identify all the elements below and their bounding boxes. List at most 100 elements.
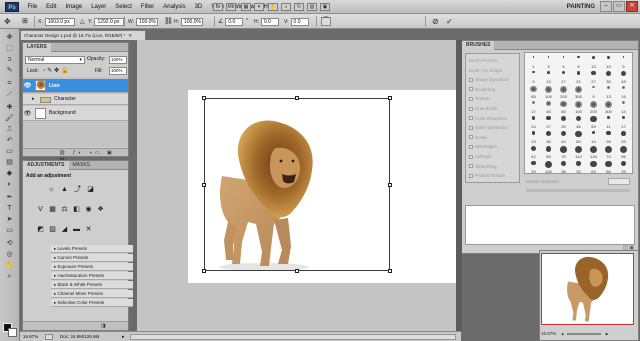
close-tab-icon[interactable]: ✕ (128, 33, 132, 38)
brush-preset[interactable]: 66 (601, 159, 616, 174)
brush-preset[interactable]: 9 (571, 54, 586, 69)
brush-option-protect-texture[interactable]: Protect Texture (469, 172, 512, 179)
guides-icon[interactable]: ▦ (241, 3, 251, 11)
checkbox[interactable] (469, 106, 473, 111)
transform-handle[interactable] (202, 96, 206, 100)
checkbox[interactable] (469, 96, 473, 101)
brush-option-shape-dynamics[interactable]: Shape Dynamics (469, 76, 512, 83)
brush-option-brush-tip-shape[interactable]: Brush Tip Shape (469, 67, 512, 74)
quick-select-tool[interactable]: ✎ (3, 66, 16, 75)
screen-mode-icon[interactable]: ▣ (320, 3, 330, 11)
brush-preset[interactable]: 36 (556, 159, 571, 174)
master-diameter-slider[interactable] (526, 189, 630, 192)
chain-link-icon[interactable]: ⛓ (164, 17, 173, 25)
zoom-tool-icon[interactable]: ⌕ (281, 3, 291, 11)
brush-preset[interactable]: 26 (601, 129, 616, 144)
black-white-icon[interactable]: ◧ (72, 206, 81, 214)
brush-preset[interactable]: 33 (616, 129, 631, 144)
x-position-field[interactable]: 1603.0 px (44, 17, 75, 26)
navigator-zoom-slider[interactable] (567, 332, 602, 335)
hue-saturation-icon[interactable]: ▦ (48, 206, 57, 214)
transform-handle[interactable] (202, 183, 206, 187)
brush-preset[interactable]: 17 (616, 114, 631, 129)
brush-tool[interactable]: 🖌 (3, 114, 16, 123)
vertical-skew-field[interactable]: 0.0 (290, 17, 309, 26)
link-icon[interactable]: △ (80, 18, 85, 25)
reference-point-icon[interactable]: ⊞ (22, 17, 31, 26)
crop-tool[interactable]: ⌗ (3, 79, 16, 88)
posterize-icon[interactable]: ▨ (48, 226, 57, 234)
preset-selective-color[interactable]: ▸ Selective Color Presets (51, 299, 133, 307)
eye-icon[interactable]: 👁 (23, 110, 32, 117)
vibrance-icon[interactable]: V (36, 206, 45, 214)
minimize-button[interactable]: – (600, 1, 612, 12)
brush-preset[interactable]: 55 (541, 144, 556, 159)
brush-preset[interactable]: 3 (541, 54, 556, 69)
arrange-documents-icon[interactable]: ▥ (307, 3, 317, 11)
cancel-transform-icon[interactable]: ⊘ (432, 17, 439, 26)
blend-mode-select[interactable]: Normal ▾ (25, 56, 85, 64)
spot-healing-tool[interactable]: ✚ (3, 103, 16, 112)
zoom-out-icon[interactable]: ▴ (562, 331, 564, 336)
brush-preset[interactable]: 11 (601, 114, 616, 129)
navigator-zoom[interactable]: 16.67% (541, 331, 556, 336)
exposure-icon[interactable]: ◪ (86, 186, 95, 194)
brush-preset[interactable]: 200 (556, 84, 571, 99)
lock-icons[interactable]: ▫✎✥🔒 (43, 67, 71, 74)
menu-item-edit[interactable]: Edit (42, 0, 61, 14)
transform-handle[interactable] (388, 96, 392, 100)
preset-exposure[interactable]: ▸ Exposure Presets (51, 263, 133, 271)
tab-adjustments[interactable]: ADJUSTMENTS (23, 161, 69, 170)
curves-icon[interactable]: ⤴ (73, 186, 82, 194)
brush-preset[interactable]: 29 (526, 159, 541, 174)
close-button[interactable]: ✕ (626, 1, 638, 12)
brush-preset[interactable]: 13 (586, 54, 601, 69)
transform-handle[interactable] (202, 269, 206, 273)
preset-curves[interactable]: ▸ Curves Presets (51, 254, 133, 262)
hand-tool-icon[interactable]: ✋ (268, 3, 278, 11)
type-tool[interactable]: T (3, 204, 16, 213)
background-color-swatch[interactable] (8, 328, 17, 337)
brush-preset[interactable]: 42 (526, 144, 541, 159)
brush-preset[interactable]: 44 (556, 129, 571, 144)
tab-brushes[interactable]: BRUSHES (462, 41, 495, 50)
checkbox[interactable] (469, 173, 473, 178)
bridge-icon[interactable]: Br (213, 3, 223, 11)
levels-icon[interactable]: ▲ (60, 186, 69, 194)
navigator-thumbnail[interactable] (541, 253, 634, 325)
brush-preset[interactable]: 65 (526, 84, 541, 99)
color-balance-icon[interactable]: ⚖ (60, 206, 69, 214)
brush-preset[interactable]: 17 (526, 99, 541, 114)
transform-bounding-box[interactable] (202, 96, 392, 273)
workspace-switcher[interactable]: PAINTING (567, 0, 595, 14)
menu-item-layer[interactable]: Layer (87, 0, 111, 14)
brush-preset[interactable]: 60 (571, 129, 586, 144)
document-tab[interactable]: Character Design 1.psd @ 16.7% (Lion, RG… (20, 30, 146, 40)
restore-button[interactable]: ▭ (613, 1, 625, 12)
brush-preset[interactable]: 19 (601, 54, 616, 69)
transform-handle[interactable] (388, 269, 392, 273)
layer-row-lion[interactable]: 👁 Lion (23, 79, 128, 93)
brush-preset[interactable]: 14 (616, 99, 631, 114)
width-field[interactable]: 100.0% (136, 17, 159, 26)
move-tool[interactable]: ✥ (3, 33, 16, 42)
brush-preset[interactable]: 24 (526, 114, 541, 129)
master-diameter-field[interactable] (608, 178, 630, 185)
dodge-tool[interactable]: ◐ (3, 180, 16, 189)
checkbox[interactable] (469, 87, 473, 92)
brush-preset[interactable]: 19 (616, 84, 631, 99)
preset-black-white[interactable]: ▸ Black & White Presets (51, 281, 133, 289)
checkbox[interactable] (469, 116, 473, 121)
brush-option-texture[interactable]: Texture (469, 95, 512, 102)
invert-icon[interactable]: ◩ (36, 226, 45, 234)
history-brush-tool[interactable]: ↶ (3, 136, 16, 145)
menu-item-filter[interactable]: Filter (136, 0, 158, 14)
brush-preset[interactable]: 39 (556, 114, 571, 129)
checkbox[interactable] (469, 144, 473, 149)
eyedropper-tool[interactable]: ⟋ (3, 90, 16, 99)
menu-item-file[interactable]: File (23, 0, 42, 14)
status-icon[interactable] (45, 334, 53, 340)
brush-preset[interactable]: 192 (541, 159, 556, 174)
brush-preset[interactable]: 5 (616, 54, 631, 69)
move-tool-icon[interactable]: ✥ (4, 17, 16, 26)
